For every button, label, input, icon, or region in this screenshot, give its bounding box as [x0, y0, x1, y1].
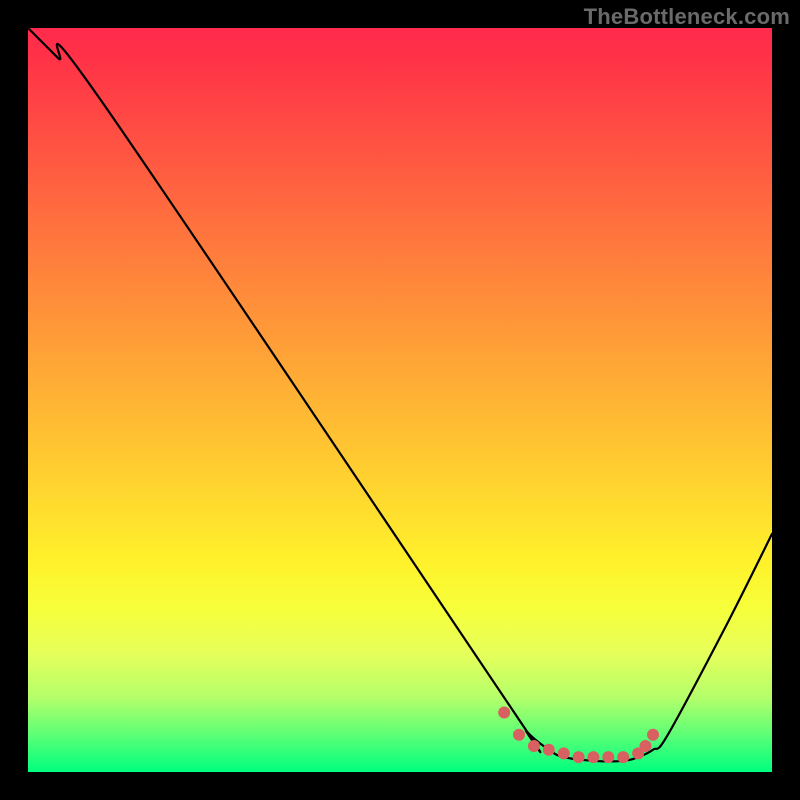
- highlight-dot: [587, 751, 599, 763]
- highlight-dot: [543, 744, 555, 756]
- bottleneck-curve: [28, 28, 772, 761]
- highlight-dot: [558, 747, 570, 759]
- highlight-dot: [617, 751, 629, 763]
- highlight-dot: [528, 740, 540, 752]
- highlight-dot: [602, 751, 614, 763]
- curve-svg: [28, 28, 772, 772]
- highlight-dot: [573, 751, 585, 763]
- highlight-dots-group: [498, 707, 659, 764]
- plot-area: [28, 28, 772, 772]
- chart-frame: TheBottleneck.com: [0, 0, 800, 800]
- watermark-text: TheBottleneck.com: [584, 4, 790, 30]
- highlight-dot: [640, 740, 652, 752]
- highlight-dot: [513, 729, 525, 741]
- highlight-dot: [498, 707, 510, 719]
- highlight-dot: [647, 729, 659, 741]
